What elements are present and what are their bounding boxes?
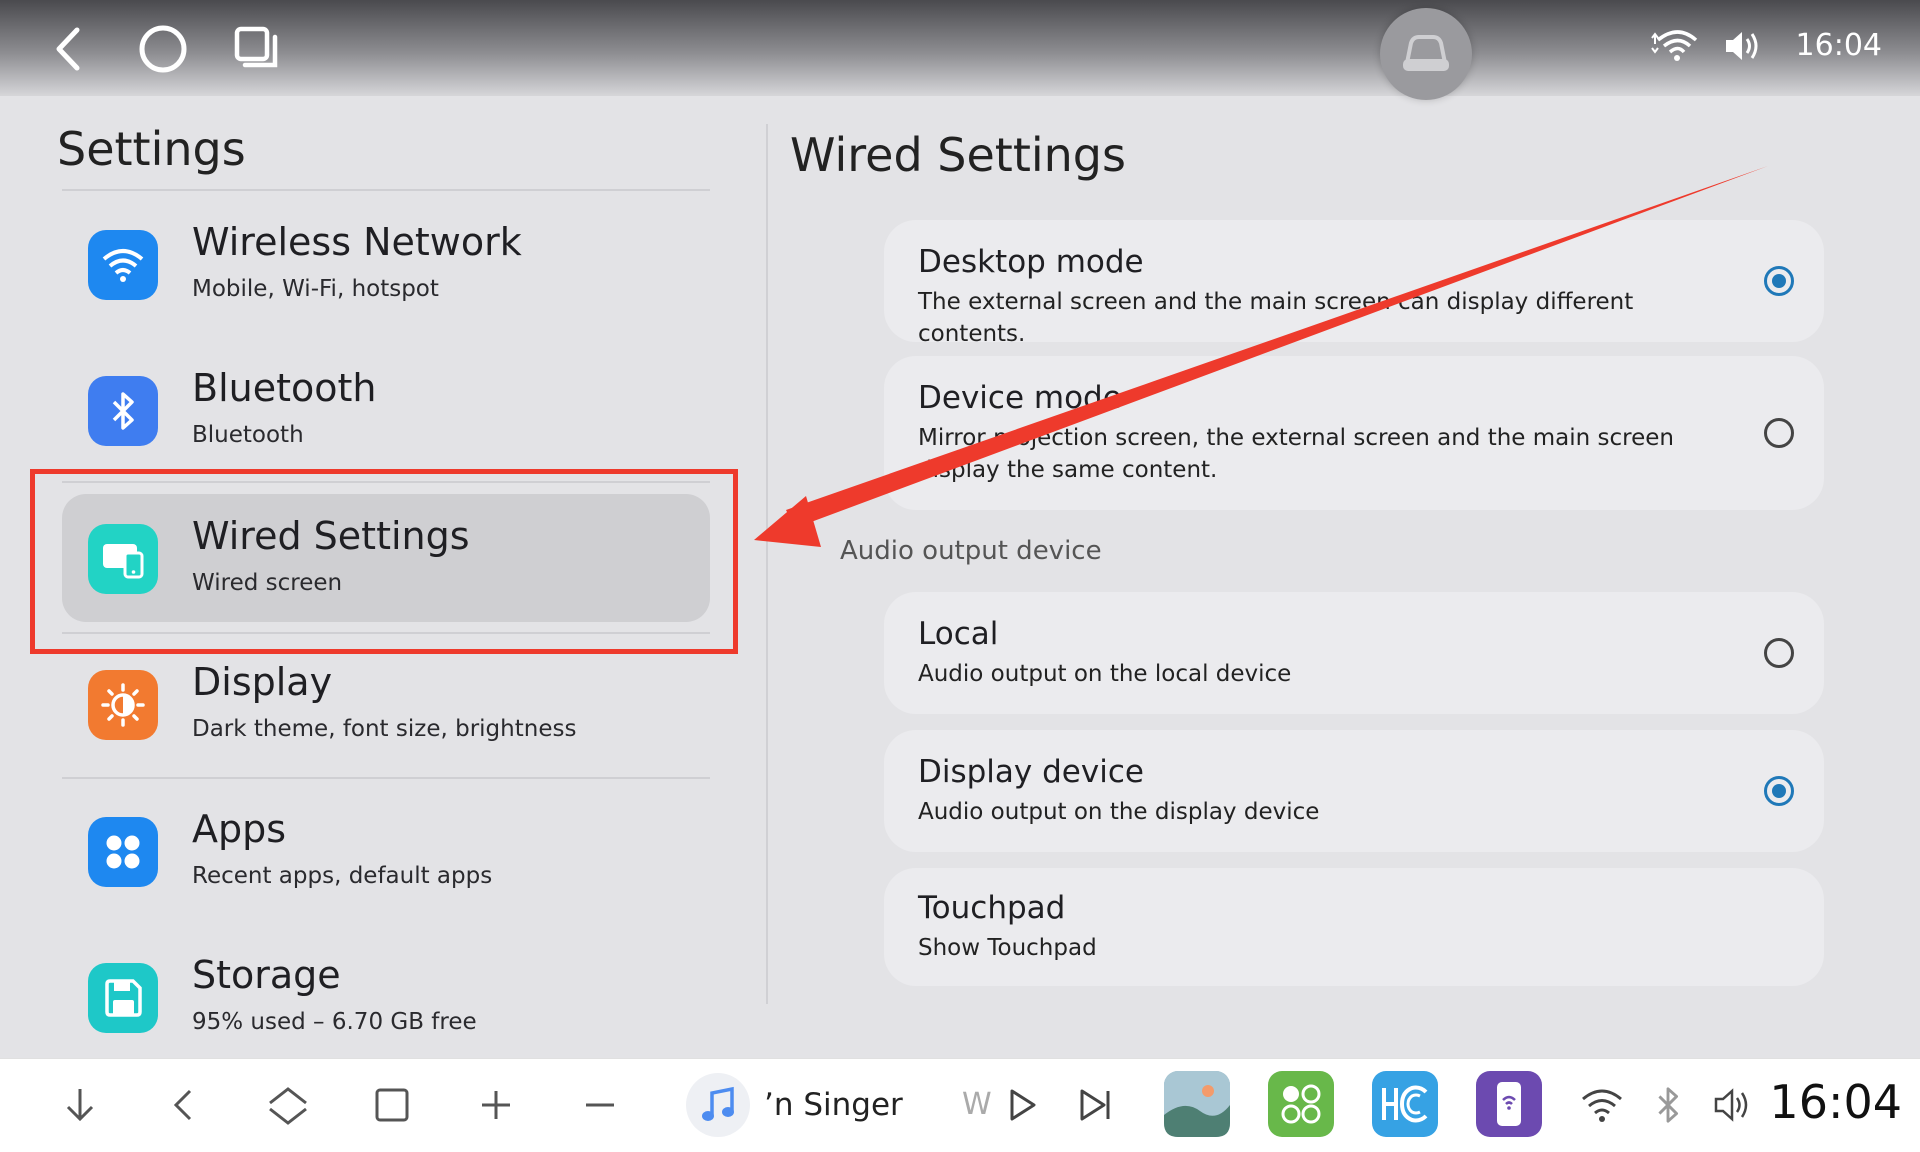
- desktop-mode-radio[interactable]: [1764, 266, 1794, 296]
- brightness-icon: [88, 670, 158, 740]
- option-description: Show Touchpad: [918, 935, 1097, 961]
- option-description: Mirror projection screen, the external s…: [918, 425, 1674, 483]
- dock-clock: 16:04: [1769, 1075, 1902, 1129]
- volume-status-icon: [1722, 28, 1762, 68]
- wifi-icon[interactable]: [1574, 1077, 1630, 1133]
- recents-square-icon[interactable]: [364, 1077, 420, 1133]
- wifi-status-icon: [1650, 28, 1698, 68]
- panel-separator: [766, 124, 768, 1004]
- sidebar-item-wired-settings[interactable]: Wired Settings Wired screen: [62, 494, 710, 622]
- sidebar-item-apps[interactable]: Apps Recent apps, default apps: [62, 787, 710, 915]
- page-title: Wired Settings: [790, 128, 1126, 182]
- touchpad-option[interactable]: Touchpad Show Touchpad: [884, 868, 1824, 986]
- skip-next-icon[interactable]: [1068, 1077, 1124, 1133]
- local-audio-radio[interactable]: [1764, 638, 1794, 668]
- menu-item-title: Bluetooth: [192, 366, 377, 410]
- menu-item-title: Wireless Network: [192, 220, 522, 264]
- volume-icon[interactable]: [1704, 1077, 1760, 1133]
- option-title: Local: [918, 616, 999, 652]
- option-description: Audio output on the display device: [918, 799, 1320, 825]
- collapse-down-icon[interactable]: [52, 1077, 108, 1133]
- gallery-app-icon[interactable]: [1164, 1071, 1230, 1137]
- bottom-dock: ’n Singer W 16:04: [0, 1058, 1920, 1152]
- status-time: 16:04: [1795, 28, 1882, 63]
- menu-item-subtitle: Dark theme, font size, brightness: [192, 716, 577, 742]
- divider: [62, 777, 710, 779]
- display-device-radio[interactable]: [1764, 776, 1794, 806]
- sidebar-item-storage[interactable]: Storage 95% used – 6.70 GB free: [62, 933, 710, 1061]
- divider: [62, 189, 710, 191]
- device-mode-option[interactable]: Device mode Mirror projection screen, th…: [884, 356, 1824, 510]
- menu-item-subtitle: Bluetooth: [192, 422, 304, 448]
- hicar-app-icon[interactable]: [1372, 1071, 1438, 1137]
- menu-item-subtitle: Recent apps, default apps: [192, 863, 493, 889]
- settings-title: Settings: [57, 122, 246, 176]
- section-header: Audio output device: [840, 536, 1102, 566]
- option-title: Device mode: [918, 380, 1122, 416]
- wireless-projection-app-icon[interactable]: [1476, 1071, 1542, 1137]
- option-title: Desktop mode: [918, 244, 1144, 280]
- sidebar-item-wireless-network[interactable]: Wireless Network Mobile, Wi-Fi, hotspot: [62, 200, 710, 328]
- back-icon[interactable]: [38, 18, 100, 80]
- option-title: Display device: [918, 754, 1144, 790]
- desktop-mode-option[interactable]: Desktop mode The external screen and the…: [884, 220, 1824, 347]
- back-icon[interactable]: [156, 1077, 212, 1133]
- status-bar: 16:04: [0, 0, 1920, 100]
- wired-screen-icon: [88, 524, 158, 594]
- display-device-audio-option[interactable]: Display device Audio output on the displ…: [884, 730, 1824, 852]
- bluetooth-icon: [88, 376, 158, 446]
- menu-item-title: Storage: [192, 953, 341, 997]
- menu-item-subtitle: Wired screen: [192, 570, 343, 596]
- play-icon[interactable]: [994, 1077, 1050, 1133]
- option-description: Audio output on the local device: [918, 661, 1292, 687]
- volume-down-minus-icon[interactable]: [572, 1077, 628, 1133]
- apps-grid-icon: [88, 817, 158, 887]
- apps-launcher-icon[interactable]: [1268, 1071, 1334, 1137]
- home-diamond-icon[interactable]: [260, 1077, 316, 1133]
- menu-item-subtitle: Mobile, Wi-Fi, hotspot: [192, 276, 439, 302]
- wifi-icon: [88, 230, 158, 300]
- menu-item-subtitle: 95% used – 6.70 GB free: [192, 1009, 477, 1035]
- save-disk-icon: [88, 963, 158, 1033]
- divider: [62, 632, 710, 634]
- menu-item-title: Display: [192, 660, 333, 704]
- sidebar-item-display[interactable]: Display Dark theme, font size, brightnes…: [62, 640, 710, 768]
- divider: [62, 481, 710, 483]
- car-mode-button[interactable]: [1380, 8, 1472, 100]
- next-song-title: W: [962, 1087, 992, 1122]
- menu-item-title: Apps: [192, 807, 287, 851]
- local-audio-option[interactable]: Local Audio output on the local device: [884, 592, 1824, 714]
- home-icon[interactable]: [132, 18, 194, 80]
- sidebar-item-bluetooth[interactable]: Bluetooth Bluetooth: [62, 346, 710, 474]
- now-playing-title: ’n Singer: [764, 1087, 903, 1123]
- volume-up-plus-icon[interactable]: [468, 1077, 524, 1133]
- music-note-icon[interactable]: [686, 1073, 750, 1137]
- bluetooth-icon[interactable]: [1640, 1077, 1696, 1133]
- option-title: Touchpad: [918, 890, 1066, 926]
- menu-item-title: Wired Settings: [192, 514, 470, 558]
- car-icon: [1403, 35, 1449, 71]
- option-description: The external screen and the main screen …: [918, 289, 1634, 347]
- recents-icon[interactable]: [226, 18, 288, 80]
- device-mode-radio[interactable]: [1764, 418, 1794, 448]
